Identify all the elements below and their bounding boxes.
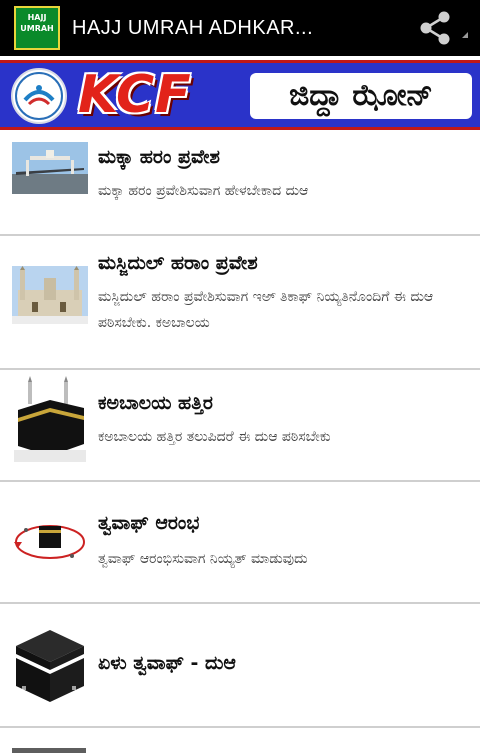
thumbnail-partial	[12, 748, 86, 753]
list-item-title: ಕಅಬಾಲಯ ಹತ್ತಿರ	[98, 392, 213, 414]
mecca-gate-thumbnail	[12, 142, 88, 194]
app-icon-text: HAJJ UMRAH	[20, 13, 54, 33]
list-item-title: ತ್ವವಾಫ್ ಆರಂಭ	[98, 512, 200, 534]
kaaba-icon-thumbnail	[12, 624, 88, 706]
list-item-description: ತ್ವವಾಫ್ ಆರಂಭಿಸುವಾಗ ನಿಯ್ಯತ್ ಮಾಡುವುದು	[98, 551, 308, 567]
share-button[interactable]	[412, 8, 472, 48]
list-item-title: ಮಸ್ಜಿದುಲ್ ಹರಾಂ ಪ್ರವೇಶ	[98, 252, 258, 274]
list-item-title: ಏಳು ತ್ವವಾಫ್ - ದುಆ	[98, 652, 236, 674]
list-item[interactable]: ತ್ವವಾಫ್ ಆರಂಭ ತ್ವವಾಫ್ ಆರಂಭಿಸುವಾಗ ನಿಯ್ಯತ್ …	[0, 482, 480, 604]
kaaba-thumbnail	[12, 374, 88, 464]
next-list-item-partial	[0, 744, 480, 753]
kcf-banner: KCF ಜಿದ್ದಾ ಝೋನ್	[0, 60, 480, 130]
share-icon	[420, 11, 468, 45]
tawaf-diagram-thumbnail	[12, 512, 88, 568]
kcf-emblem-logo	[11, 68, 67, 124]
banner-zone-text: ಜಿದ್ದಾ ಝೋನ್	[250, 73, 472, 119]
app-icon[interactable]: HAJJ UMRAH	[14, 6, 60, 50]
list-item[interactable]: ಕಅಬಾಲಯ ಹತ್ತಿರ ಕಅಬಾಲಯ ಹತ್ತಿರ ತಲುಪಿದರೆ ಈ ದ…	[0, 370, 480, 482]
app-title: HAJJ UMRAH ADHKAR...	[72, 17, 314, 39]
action-bar: HAJJ UMRAH HAJJ UMRAH ADHKAR...	[0, 0, 480, 56]
list-item[interactable]: ಏಳು ತ್ವವಾಫ್ - ದುಆ	[0, 604, 480, 728]
list-item[interactable]: ಮಕ್ಕಾ ಹರಂ ಪ್ರವೇಶ ಮಕ್ಕಾ ಹರಂ ಪ್ರವೇಶಿಸುವಾಗ …	[0, 130, 480, 236]
banner-kcf-text: KCF	[78, 65, 192, 125]
list-item-description: ಮಕ್ಕಾ ಹರಂ ಪ್ರವೇಶಿಸುವಾಗ ಹೇಳಬೇಕಾದ ದುಆ	[98, 183, 309, 199]
list-item-description: ಮಸ್ಜಿದುಲ್ ಹರಾಂ ಪ್ರವೇಶಿಸುವಾಗ ಇಅ್ ತಿಕಾಫ್ ನ…	[98, 289, 434, 331]
list-item[interactable]: ಮಸ್ಜಿದುಲ್ ಹರಾಂ ಪ್ರವೇಶ ಮಸ್ಜಿದುಲ್ ಹರಾಂ ಪ್ರ…	[0, 236, 480, 370]
list-item-title: ಮಕ್ಕಾ ಹರಂ ಪ್ರವೇಶ	[98, 146, 220, 168]
list-item-description: ಕಅಬಾಲಯ ಹತ್ತಿರ ತಲುಪಿದರೆ ಈ ದುಆ ಪಠಿಸಬೇಕು	[98, 429, 331, 445]
masjid-haram-thumbnail	[12, 266, 88, 324]
